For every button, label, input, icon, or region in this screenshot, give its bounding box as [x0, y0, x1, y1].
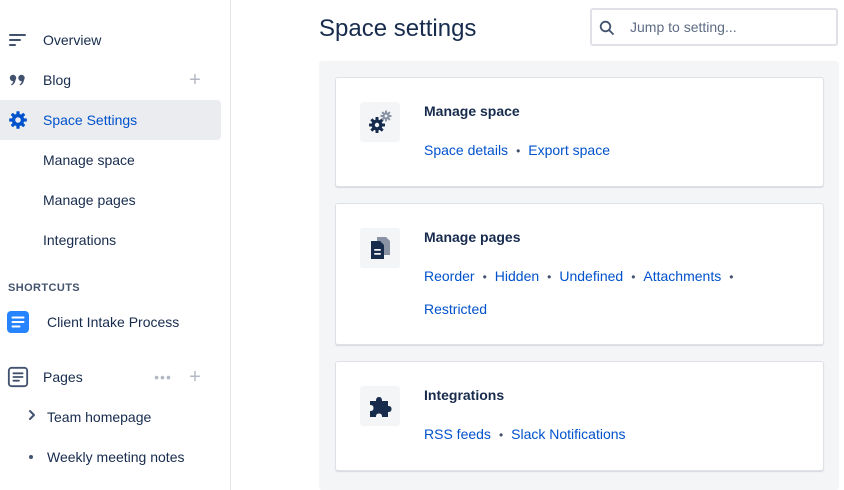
- document-icon: [6, 310, 30, 334]
- add-blog-icon[interactable]: +: [186, 70, 204, 90]
- page-tree-label: Weekly meeting notes: [47, 449, 185, 465]
- sidebar-item-label: Manage pages: [43, 192, 136, 208]
- rss-feeds-link[interactable]: RSS feeds: [424, 426, 491, 442]
- shortcuts-heading: SHORTCUTS: [8, 282, 81, 294]
- search-input[interactable]: [630, 18, 830, 36]
- export-space-link[interactable]: Export space: [528, 142, 610, 158]
- separator: •: [729, 270, 734, 284]
- manage-space-card: Manage space Space details • Export space: [335, 77, 824, 187]
- separator: •: [516, 144, 521, 158]
- pages-icon: [7, 365, 29, 389]
- separator: •: [482, 270, 487, 284]
- bullet-icon: [29, 455, 33, 459]
- sidebar-item-label: Manage space: [43, 152, 135, 168]
- manage-pages-card: Manage pages Reorder • Hidden • Undefined • At…: [335, 203, 824, 345]
- restricted-link[interactable]: Restricted: [424, 301, 487, 317]
- sidebar-item-manage-space[interactable]: Manage space: [0, 140, 221, 180]
- sidebar-item-label: Pages: [43, 369, 83, 385]
- separator: •: [631, 270, 636, 284]
- page-tree-item-team-homepage[interactable]: Team homepage: [0, 397, 221, 437]
- more-icon[interactable]: •••: [150, 367, 176, 387]
- page-tree-item-weekly-meeting-notes[interactable]: Weekly meeting notes: [0, 437, 221, 477]
- sidebar-item-integrations[interactable]: Integrations: [0, 220, 221, 260]
- attachments-link[interactable]: Attachments: [643, 268, 721, 284]
- card-title: Manage pages: [424, 229, 521, 245]
- card-links: Space details • Export space: [424, 134, 804, 167]
- sidebar-item-overview[interactable]: Overview: [0, 20, 221, 60]
- separator: •: [498, 428, 504, 442]
- page-title: Space settings: [319, 15, 477, 42]
- chevron-right-icon[interactable]: [26, 409, 38, 425]
- sidebar-item-label: Blog: [43, 72, 72, 88]
- gear-icon: [7, 110, 29, 130]
- puzzle-icon: [360, 386, 400, 426]
- sidebar-item-label: Integrations: [43, 232, 117, 248]
- page-tree-label: Team homepage: [47, 409, 152, 425]
- card-title: Manage space: [424, 103, 520, 119]
- shortcut-client-intake-process[interactable]: Client Intake Process: [0, 302, 221, 342]
- sidebar-item-space-settings[interactable]: Space Settings: [0, 100, 221, 140]
- card-links: RSS feeds • Slack Notifications: [424, 418, 804, 451]
- search-box[interactable]: [590, 8, 838, 46]
- add-page-icon[interactable]: +: [186, 367, 204, 387]
- separator: •: [547, 270, 552, 284]
- card-title: Integrations: [424, 387, 505, 403]
- pages-copy-icon: [360, 228, 400, 268]
- sidebar-item-label: Overview: [43, 32, 102, 48]
- gears-icon: [360, 102, 400, 142]
- slack-notifications-link[interactable]: Slack Notifications: [511, 426, 625, 442]
- search-icon: [599, 20, 615, 36]
- sidebar-item-label: Space Settings: [43, 112, 138, 128]
- space-details-link[interactable]: Space details: [424, 142, 508, 158]
- card-links: Reorder • Hidden • Undefined • Attachments • Res…: [424, 260, 804, 325]
- sidebar-item-blog[interactable]: Blog +: [0, 60, 221, 100]
- shortcut-label: Client Intake Process: [47, 314, 180, 330]
- sidebar-item-pages[interactable]: Pages ••• +: [0, 357, 221, 397]
- quote-icon: [7, 70, 29, 90]
- reorder-link[interactable]: Reorder: [424, 268, 475, 284]
- undefined-link[interactable]: Undefined: [559, 268, 623, 284]
- sidebar: Overview Blog + Space Settings Manage sp…: [0, 0, 231, 490]
- integrations-card: Integrations RSS feeds • Slack Notificatio…: [335, 361, 824, 471]
- overview-icon: [7, 30, 29, 50]
- sidebar-item-manage-pages[interactable]: Manage pages: [0, 180, 221, 220]
- hidden-link[interactable]: Hidden: [495, 268, 539, 284]
